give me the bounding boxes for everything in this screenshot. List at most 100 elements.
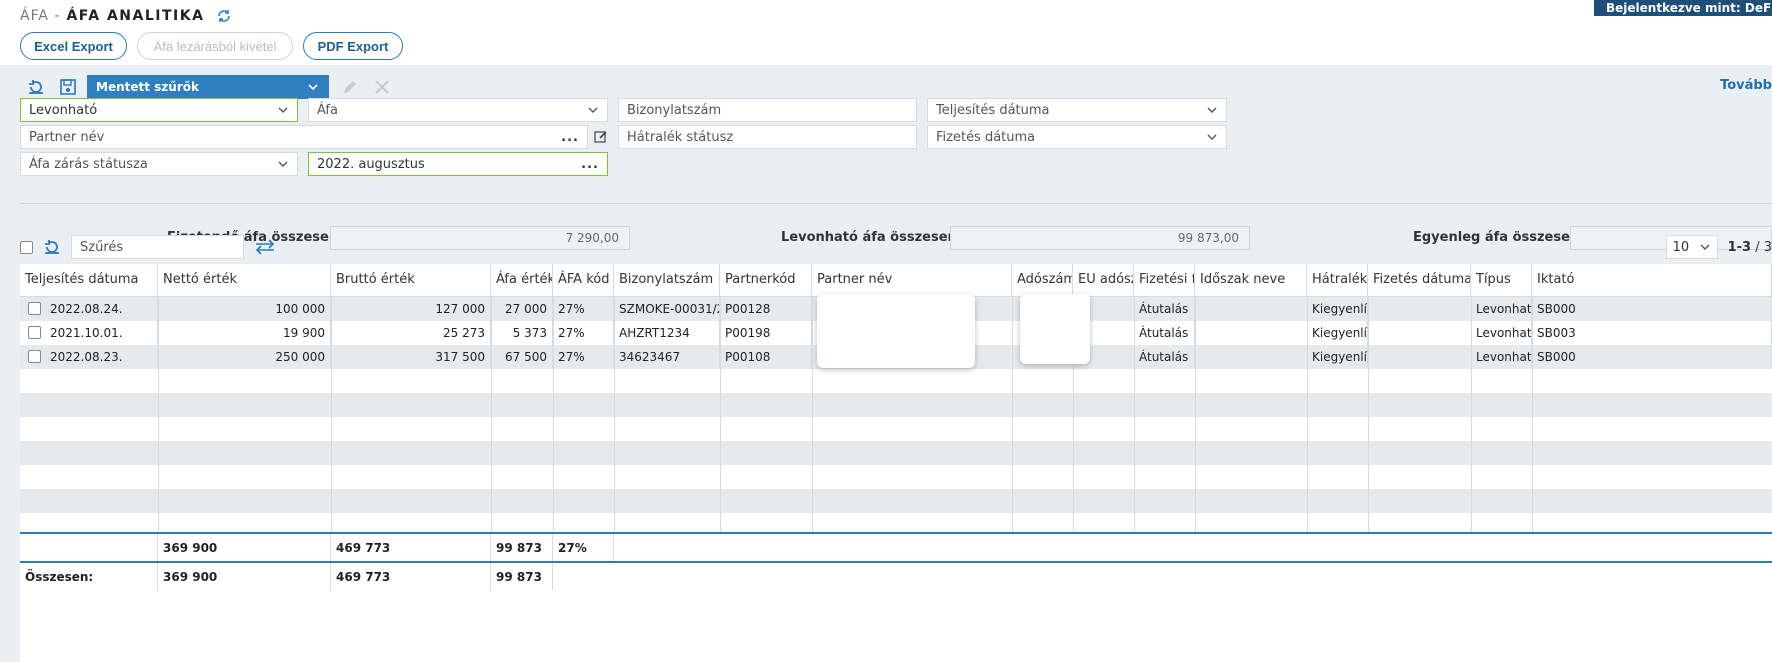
row-iktato: SB000 — [1532, 297, 1772, 321]
col-bizonylatszam-label: Bizonylatszám — [619, 272, 714, 287]
hatralek-statusz-input[interactable]: Hátralék státusz — [618, 125, 917, 149]
swap-icon[interactable] — [254, 238, 276, 256]
refresh-icon[interactable] — [216, 8, 232, 24]
subtotal-brutto: 469 773 — [331, 534, 491, 561]
afa-select[interactable]: Áfa — [308, 98, 608, 122]
row-bizonylatszam: 34623467 — [614, 345, 720, 369]
pdf-export-button[interactable]: PDF Export — [303, 32, 403, 60]
saved-filters-label: Mentett szűrők — [96, 80, 199, 94]
row-brutto: 127 000 — [331, 297, 491, 321]
col-brutto-ertek[interactable]: Bruttó érték — [331, 264, 491, 297]
col-netto-ertek[interactable]: Nettó érték — [158, 264, 331, 297]
chevron-down-icon — [1207, 107, 1217, 113]
reset-grid-icon[interactable] — [43, 238, 61, 256]
bizonylatszam-input[interactable]: Bizonylatszám — [618, 98, 917, 122]
more-options-icon[interactable]: ... — [561, 130, 579, 145]
row-hatralek: Kiegyenlítve — [1307, 345, 1368, 369]
fizetendo-afa-value: 7 290,00 — [330, 226, 630, 250]
col-bizonylatszam[interactable]: Bizonylatszám — [614, 264, 720, 297]
chevron-down-icon — [1700, 244, 1710, 250]
row-checkbox[interactable] — [28, 326, 41, 339]
col-fizetes-datuma[interactable]: Fizetés dátuma — [1368, 264, 1471, 297]
partner-name-popup — [817, 294, 975, 368]
row-hatralek: Kiegyenlítve — [1307, 297, 1368, 321]
pager: 10 1-3 / 3 — [1665, 235, 1772, 259]
row-checkbox[interactable] — [28, 350, 41, 363]
fizetes-datuma-select[interactable]: Fizetés dátuma — [927, 125, 1227, 149]
row-fizetesi-forma: Átutalás — [1134, 321, 1195, 345]
col-afa-kod[interactable]: ÁFA kód — [553, 264, 614, 297]
total-row: Összesen: 369 900 469 773 99 873 — [20, 561, 1772, 590]
more-link[interactable]: Tovább — [1720, 78, 1772, 93]
row-fizetesi-forma: Átutalás — [1134, 297, 1195, 321]
row-brutto: 25 273 — [331, 321, 491, 345]
page-size-select[interactable]: 10 — [1665, 235, 1718, 259]
top-header: ÁFA - ÁFA ANALITIKA Bejelentkezve mint: … — [0, 0, 1772, 65]
row-bizonylatszam: SZMOKE-00031/2022 — [614, 297, 720, 321]
page-size-value: 10 — [1672, 239, 1690, 255]
edit-icon[interactable] — [339, 76, 361, 98]
row-partnerkod: P00128 — [720, 297, 812, 321]
col-tipus[interactable]: Típus — [1471, 264, 1532, 297]
teljesites-datuma-value: Teljesítés dátuma — [936, 102, 1050, 118]
grid-search-input[interactable]: Szűrés — [71, 235, 244, 259]
levonhato-afa-value: 99 873,00 — [950, 226, 1250, 250]
row-afa-kod: 27% — [553, 345, 614, 369]
row-iktato: SB000 — [1532, 345, 1772, 369]
page-title-row: ÁFA - ÁFA ANALITIKA — [20, 8, 232, 24]
col-afa-ertek[interactable]: Áfa érték — [491, 264, 553, 297]
row-cell-date: 2022.08.24. — [20, 297, 158, 321]
more-options-icon[interactable]: ... — [581, 157, 599, 172]
saved-filters-dropdown[interactable]: Mentett szűrők — [87, 75, 329, 99]
edit-partner-icon[interactable] — [594, 130, 608, 144]
filter-area: Mentett szűrők Tovább Levonható Áfa Bizo… — [0, 65, 1772, 662]
subtotal-label — [20, 534, 158, 561]
col-eu-adoszam[interactable]: EU adószám — [1073, 264, 1134, 297]
remove-from-closing-button[interactable]: Áfa lezárásból kivétel — [137, 32, 293, 60]
col-hatralek-statusz[interactable]: Hátralék s — [1307, 264, 1368, 297]
chevron-down-icon — [588, 107, 598, 113]
subtotal-row: 369 900 469 773 99 873 27% — [20, 532, 1772, 561]
col-partner-nev[interactable]: Partner név — [812, 264, 1012, 297]
logged-in-badge: Bejelentkezve mint: DeF — [1594, 0, 1772, 16]
period-value: 2022. augusztus — [317, 156, 425, 172]
row-afa-ertek: 5 373 — [491, 321, 553, 345]
excel-export-button[interactable]: Excel Export — [20, 32, 127, 60]
afa-zaras-statusza-value: Áfa zárás státusza — [29, 156, 148, 172]
row-tipus: Levonható — [1471, 345, 1532, 369]
row-date: 2022.08.24. — [50, 302, 123, 316]
select-all-checkbox[interactable] — [20, 240, 33, 254]
row-bizonylatszam: AHZRT1234 — [614, 321, 720, 345]
row-tipus: Levonható — [1471, 321, 1532, 345]
row-afa-ertek: 27 000 — [491, 297, 553, 321]
grid-tools: Szűrés — [20, 235, 276, 259]
delete-icon[interactable] — [371, 76, 393, 98]
col-idoszak-neve[interactable]: Időszak neve — [1195, 264, 1307, 297]
row-checkbox[interactable] — [28, 302, 41, 315]
row-cell-date: 2022.08.23. — [20, 345, 158, 369]
save-filter-icon[interactable] — [57, 76, 79, 98]
period-input[interactable]: 2022. augusztus ... — [308, 152, 608, 176]
row-cell-date: 2021.10.01. — [20, 321, 158, 345]
bizonylatszam-placeholder: Bizonylatszám — [627, 102, 722, 118]
col-partnerkod[interactable]: Partnerkód — [720, 264, 812, 297]
reset-filter-icon[interactable] — [25, 76, 47, 98]
afa-value: Áfa — [317, 102, 338, 118]
page-title: ÁFA ANALITIKA — [66, 8, 205, 24]
col-teljesites-datuma[interactable]: Teljesítés dátuma — [20, 264, 158, 297]
data-grid: Teljesítés dátuma Nettó érték Bruttó ért… — [20, 264, 1772, 662]
col-iktato[interactable]: Iktató — [1532, 264, 1772, 297]
levonhato-select[interactable]: Levonható — [20, 98, 298, 122]
partner-nev-input[interactable]: Partner név ... — [20, 125, 588, 149]
page-range: 1-3 — [1727, 239, 1752, 255]
total-brutto: 469 773 — [331, 563, 491, 590]
tax-number-popup — [1020, 294, 1090, 364]
row-iktato: SB003 — [1532, 321, 1772, 345]
col-adoszam[interactable]: Adószám — [1012, 264, 1073, 297]
afa-zaras-statusza-select[interactable]: Áfa zárás státusza — [20, 152, 298, 176]
row-netto: 100 000 — [158, 297, 331, 321]
total-afa: 99 873 — [491, 563, 553, 590]
col-fizetesi-forma[interactable]: Fizetési fe — [1134, 264, 1195, 297]
filter-toolbar: Mentett szűrők — [25, 75, 393, 99]
teljesites-datuma-select[interactable]: Teljesítés dátuma — [927, 98, 1227, 122]
